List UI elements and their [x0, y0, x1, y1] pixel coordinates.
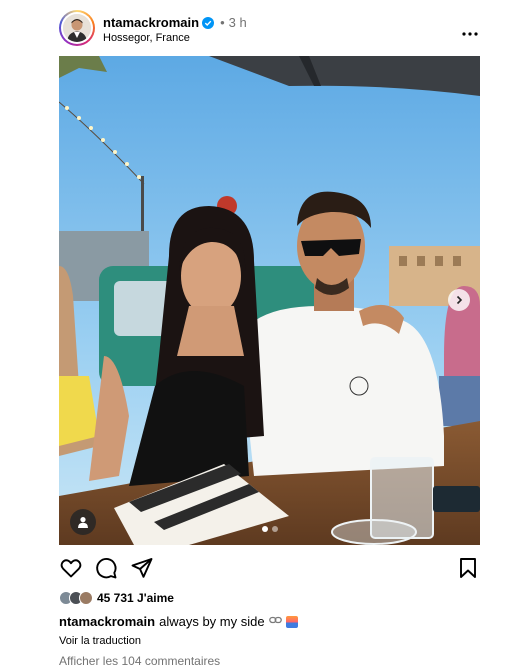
likes-row[interactable]: 45 731 J'aime [59, 591, 174, 605]
post-photo[interactable] [59, 56, 480, 545]
more-options-icon[interactable] [462, 24, 478, 36]
bookmark-icon[interactable] [456, 556, 480, 580]
post-time[interactable]: 3 h [229, 15, 247, 30]
likes-count[interactable]: 45 731 J'aime [97, 591, 174, 605]
paper-plane-icon[interactable] [130, 556, 154, 580]
carousel-indicator [59, 526, 480, 532]
verified-badge-icon [202, 16, 215, 29]
instagram-post: ntamackromain • 3 h Hossegor, France 45 … [59, 0, 480, 668]
caption-text: always by my side [159, 614, 265, 629]
carousel-dot-active [261, 526, 268, 532]
next-photo-button[interactable] [448, 289, 470, 311]
user-line: ntamackromain • 3 h [103, 15, 247, 30]
sunset-emoji-icon [285, 615, 298, 628]
see-translation-link[interactable]: Voir la traduction [59, 635, 141, 647]
caption: ntamackromain always by my side [59, 614, 298, 629]
separator-dot: • [220, 15, 225, 30]
location[interactable]: Hossegor, France [103, 32, 190, 44]
avatar-image [63, 14, 91, 42]
action-bar [59, 556, 480, 580]
chevron-right-icon [454, 295, 464, 305]
carousel-dot [271, 526, 278, 532]
username[interactable]: ntamackromain [103, 15, 199, 30]
liker-avatars [59, 591, 93, 605]
comment-bubble-icon[interactable] [94, 556, 118, 580]
avatar[interactable] [59, 10, 95, 46]
heart-icon[interactable] [59, 556, 83, 580]
link-icon [268, 614, 282, 629]
post-header: ntamackromain • 3 h Hossegor, France [59, 8, 480, 48]
liker-avatar [79, 591, 93, 605]
caption-username[interactable]: ntamackromain [59, 614, 155, 629]
